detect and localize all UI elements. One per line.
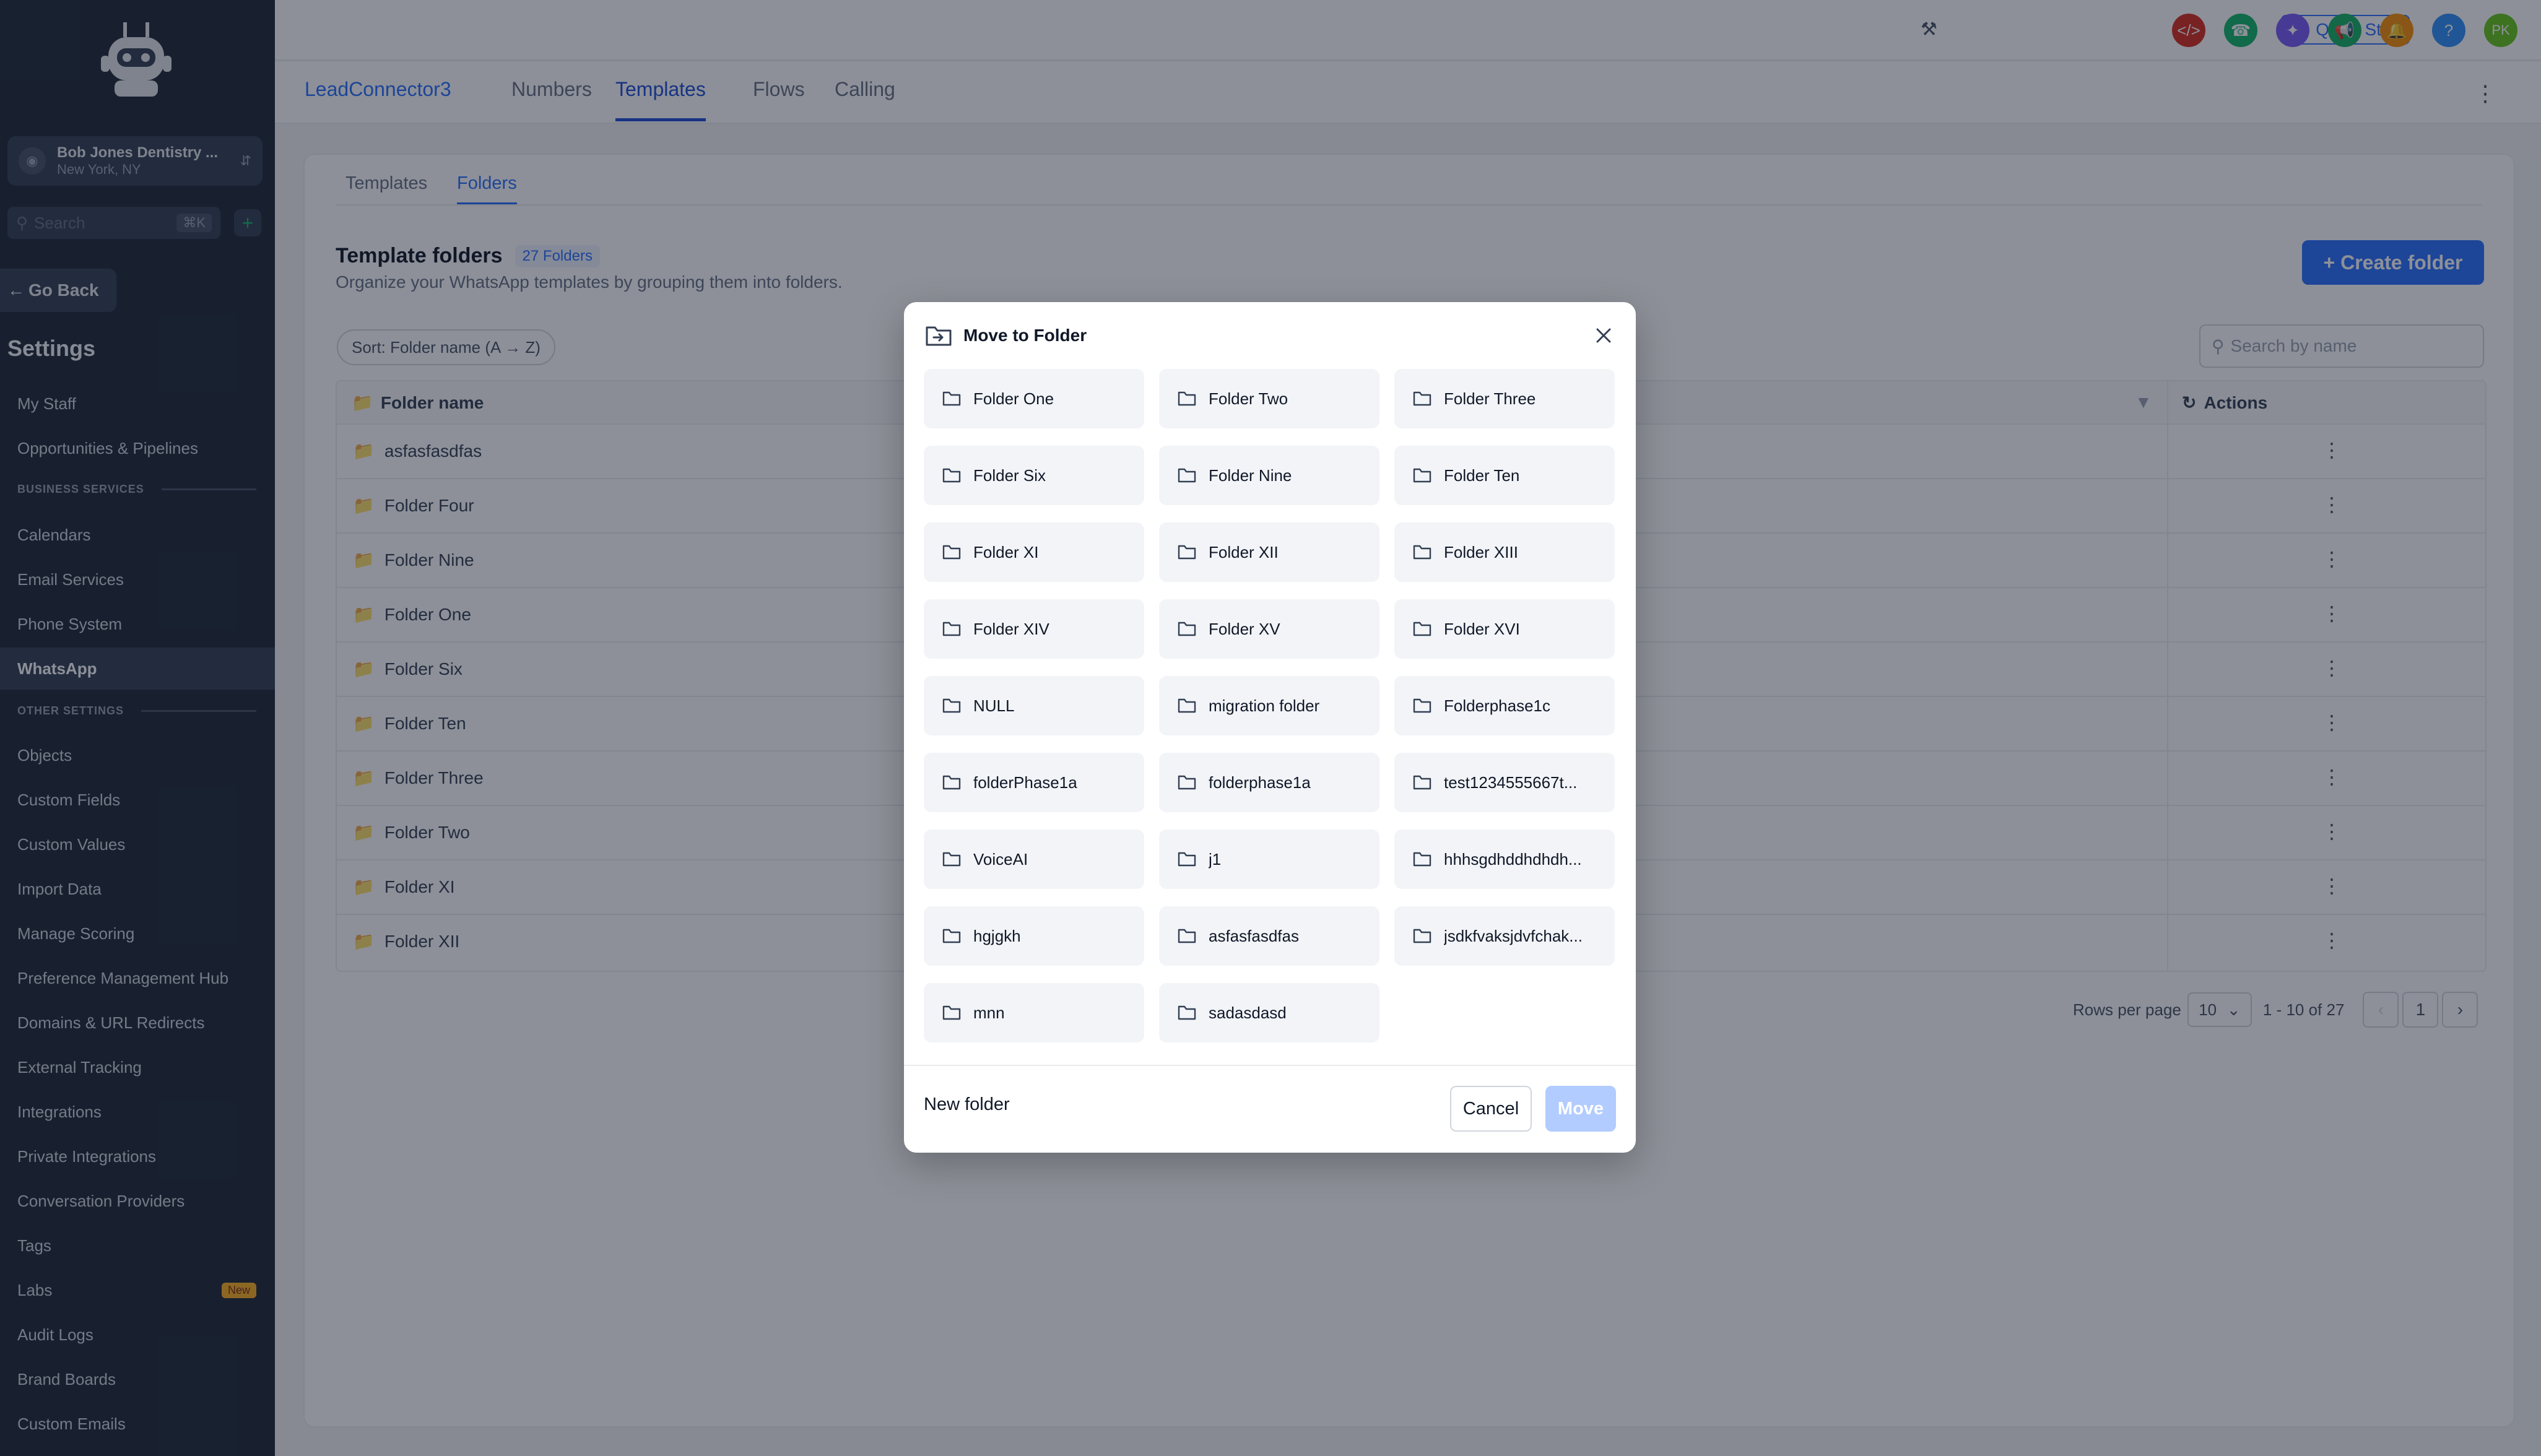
folder-option[interactable]: Folder XVI	[1394, 599, 1615, 659]
folder-option[interactable]: folderPhase1a	[924, 753, 1144, 812]
folder-option[interactable]: Folder XV	[1159, 599, 1379, 659]
folder-option-label: Folder One	[973, 389, 1054, 408]
modal-divider	[904, 1065, 1636, 1066]
folder-icon	[1178, 775, 1196, 790]
folder-icon	[1413, 698, 1431, 713]
folder-option[interactable]: Folder XII	[1159, 522, 1379, 582]
folder-option-label: Folder XIII	[1444, 542, 1518, 561]
folder-option[interactable]: Folderphase1c	[1394, 676, 1615, 735]
folder-icon	[1178, 622, 1196, 636]
folder-icon	[942, 622, 961, 636]
folder-option[interactable]: Folder XI	[924, 522, 1144, 582]
folder-option-label: Folder Two	[1209, 389, 1288, 408]
folder-option-label: hgjgkh	[973, 926, 1021, 945]
folder-option[interactable]: hhhsgdhddhdhdh...	[1394, 830, 1615, 889]
folder-option-label: Folder Ten	[1444, 466, 1520, 485]
folder-option-label: Folder XV	[1209, 619, 1280, 638]
folder-option-label: folderphase1a	[1209, 773, 1311, 792]
folder-icon	[1178, 929, 1196, 943]
folder-option[interactable]: Folder Six	[924, 446, 1144, 505]
folder-option-label: Folder Three	[1444, 389, 1536, 408]
folder-option-label: migration folder	[1209, 696, 1320, 715]
folder-option-label: test1234555667t...	[1444, 773, 1578, 792]
move-to-folder-modal: Move to Folder Folder One Folder Two Folde…	[904, 302, 1636, 1153]
folder-option[interactable]: migration folder	[1159, 676, 1379, 735]
folder-icon	[1413, 545, 1431, 560]
folder-option-label: VoiceAI	[973, 849, 1028, 869]
folder-option[interactable]: j1	[1159, 830, 1379, 889]
folder-option[interactable]: test1234555667t...	[1394, 753, 1615, 812]
folder-option-label: asfasfasdfas	[1209, 926, 1299, 945]
folder-option-label: Folder XVI	[1444, 619, 1520, 638]
folder-option[interactable]: Folder XIII	[1394, 522, 1615, 582]
folder-icon	[1178, 698, 1196, 713]
folder-option[interactable]: folderphase1a	[1159, 753, 1379, 812]
folder-icon	[1413, 852, 1431, 867]
folder-option-label: Folder Nine	[1209, 466, 1292, 485]
folder-option[interactable]: VoiceAI	[924, 830, 1144, 889]
folder-icon	[942, 775, 961, 790]
folder-icon	[942, 929, 961, 943]
folder-option[interactable]: Folder Two	[1159, 369, 1379, 428]
folder-option[interactable]: mnn	[924, 983, 1144, 1042]
folder-option-label: Folder Six	[973, 466, 1046, 485]
folder-icon	[1413, 622, 1431, 636]
close-icon[interactable]	[1590, 322, 1617, 349]
folder-icon	[1178, 468, 1196, 483]
folder-option[interactable]: asfasfasdfas	[1159, 906, 1379, 966]
folder-option[interactable]: hgjgkh	[924, 906, 1144, 966]
folder-icon	[1178, 391, 1196, 406]
modal-title: Move to Folder	[963, 326, 1087, 345]
folder-icon	[942, 391, 961, 406]
folder-option[interactable]: jsdkfvaksjdvfchak...	[1394, 906, 1615, 966]
folder-option[interactable]: Folder XIV	[924, 599, 1144, 659]
folder-option[interactable]: Folder Nine	[1159, 446, 1379, 505]
folder-icon	[942, 698, 961, 713]
new-folder-link[interactable]: New folder	[924, 1094, 1010, 1115]
folder-option-label: jsdkfvaksjdvfchak...	[1444, 926, 1583, 945]
folder-option-label: Folder XIV	[973, 619, 1049, 638]
folder-icon	[1413, 468, 1431, 483]
folder-option[interactable]: Folder One	[924, 369, 1144, 428]
folder-icon	[942, 1005, 961, 1020]
folder-icon	[1178, 545, 1196, 560]
folder-option-label: j1	[1209, 849, 1222, 869]
folder-option-label: NULL	[973, 696, 1015, 715]
folder-option[interactable]: Folder Three	[1394, 369, 1615, 428]
folder-grid: Folder One Folder Two Folder Three Folder S…	[924, 369, 1615, 1042]
folder-option-label: hhhsgdhddhdhdh...	[1444, 849, 1582, 869]
cancel-button[interactable]: Cancel	[1450, 1086, 1532, 1132]
folder-icon	[1413, 929, 1431, 943]
folder-icon	[1413, 775, 1431, 790]
folder-icon	[1178, 852, 1196, 867]
folder-icon	[942, 468, 961, 483]
folder-option-label: sadasdasd	[1209, 1003, 1287, 1022]
folder-option[interactable]: Folder Ten	[1394, 446, 1615, 505]
folder-option[interactable]: sadasdasd	[1159, 983, 1379, 1042]
folder-option-label: mnn	[973, 1003, 1005, 1022]
folder-move-icon	[926, 326, 952, 346]
folder-option-label: Folder XII	[1209, 542, 1279, 561]
move-button[interactable]: Move	[1545, 1086, 1616, 1132]
folder-icon	[1178, 1005, 1196, 1020]
folder-option-label: Folderphase1c	[1444, 696, 1550, 715]
modal-header: Move to Folder	[925, 324, 1087, 347]
folder-option-label: folderPhase1a	[973, 773, 1077, 792]
folder-option[interactable]: NULL	[924, 676, 1144, 735]
folder-icon	[1413, 391, 1431, 406]
folder-option-label: Folder XI	[973, 542, 1039, 561]
folder-icon	[942, 852, 961, 867]
folder-icon	[942, 545, 961, 560]
